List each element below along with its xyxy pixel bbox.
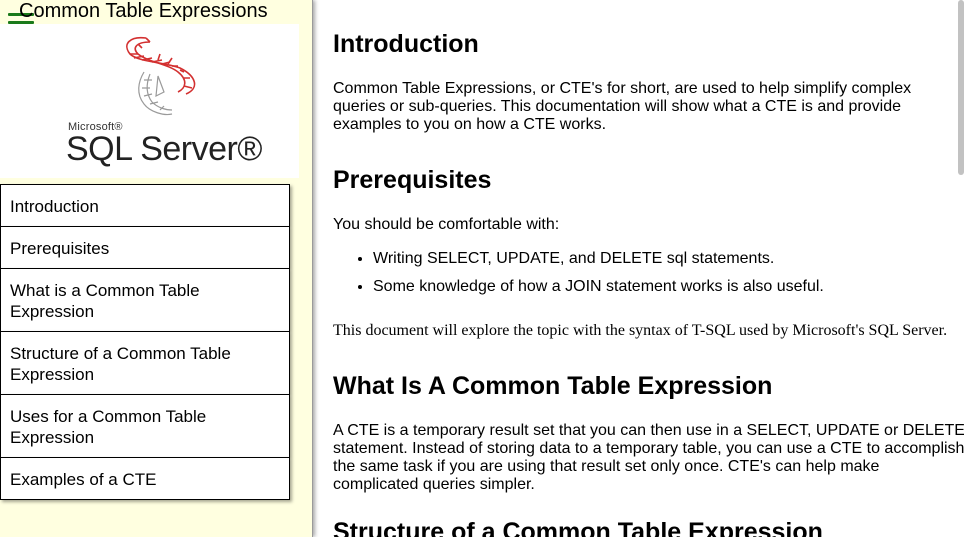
what-is-cte-text: A CTE is a temporary result set that you…: [333, 422, 964, 493]
sidebar-item-introduction[interactable]: Introduction: [0, 184, 290, 226]
sidebar-item-examples[interactable]: Examples of a CTE: [0, 457, 290, 500]
scrollbar-thumb[interactable]: [958, 0, 964, 175]
prerequisites-lead: You should be comfortable with:: [333, 216, 560, 233]
list-item: Some knowledge of how a JOIN statement w…: [373, 278, 824, 296]
section-heading-structure: Structure of a Common Table Expression: [333, 518, 823, 537]
section-heading-introduction: Introduction: [333, 30, 479, 58]
sql-server-logo-icon: [126, 36, 196, 116]
sql-server-logo: Microsoft® SQL Server®: [0, 24, 299, 178]
sidebar-item-prerequisites[interactable]: Prerequisites: [0, 226, 290, 268]
sidebar-item-uses[interactable]: Uses for a Common Table Expression: [0, 394, 290, 457]
section-heading-what-is-cte: What Is A Common Table Expression: [333, 372, 773, 400]
sidebar-header: Common Table Expressions: [0, 0, 313, 32]
section-heading-prerequisites: Prerequisites: [333, 166, 492, 194]
introduction-text: Common Table Expressions, or CTE's for s…: [333, 80, 912, 133]
logo-sql-server-text: SQL Server®: [66, 130, 262, 168]
main-content: Introduction Common Table Expressions, o…: [333, 0, 964, 537]
prerequisites-list: Writing SELECT, UPDATE, and DELETE sql s…: [373, 250, 824, 306]
sidebar-item-structure[interactable]: Structure of a Common Table Expression: [0, 331, 290, 394]
sidebar-nav: Introduction Prerequisites What is a Com…: [0, 184, 290, 500]
site-title: Common Table Expressions: [19, 0, 268, 22]
sidebar: Common Table Expressions Microsoft® SQL …: [0, 0, 313, 537]
prerequisites-note: This document will explore the topic wit…: [333, 322, 948, 339]
sidebar-item-what-is-cte[interactable]: What is a Common Table Expression: [0, 268, 290, 331]
list-item: Writing SELECT, UPDATE, and DELETE sql s…: [373, 250, 824, 268]
